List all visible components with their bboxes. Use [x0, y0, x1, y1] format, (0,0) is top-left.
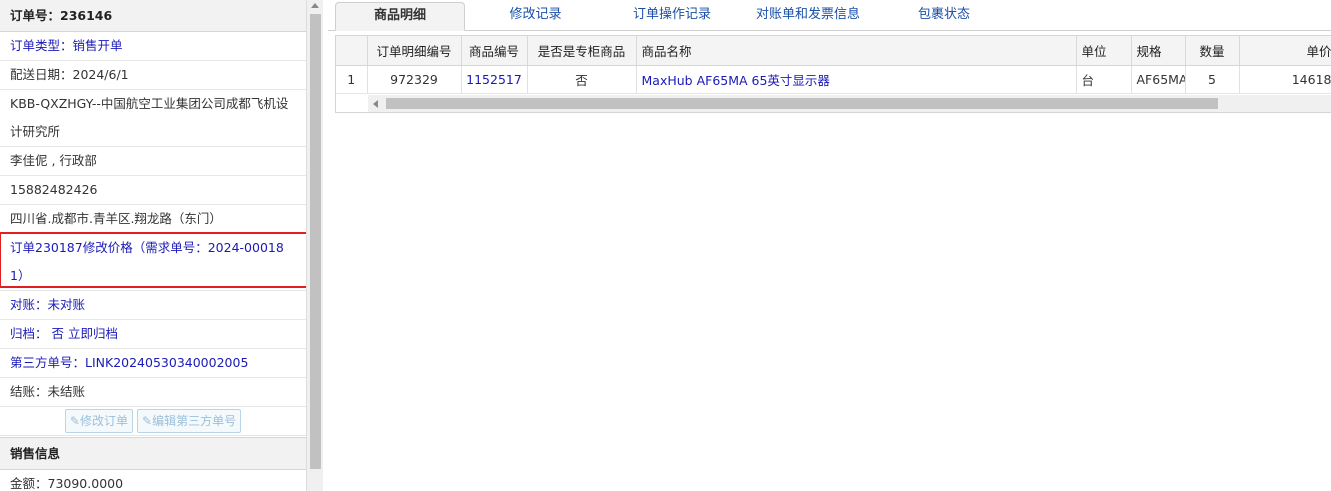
cell-product-no[interactable]: 1152517 — [461, 65, 528, 94]
tab-change-log[interactable]: 修改记录 — [478, 2, 593, 29]
edit-third-party-no-button[interactable]: ✎编辑第三方单号 — [137, 409, 242, 433]
action-buttons: ✎修改订单 ✎编辑第三方单号 — [0, 407, 306, 436]
cell-quantity: 5 — [1185, 65, 1240, 94]
price-change-link[interactable]: 订单230187修改价格（需求单号：2024-000181） — [0, 232, 306, 291]
cell-counter-product: 否 — [527, 65, 637, 94]
table-row[interactable]: 1 972329 1152517 否 MaxHub AF65MA 65英寸显示器… — [336, 65, 1331, 94]
cell-unit: 台 — [1076, 65, 1132, 94]
col-header-product-name[interactable]: 商品名称 — [636, 36, 1077, 66]
col-header-product-no[interactable]: 商品编号 — [461, 36, 528, 66]
delivery-date: 配送日期：2024/6/1 — [0, 61, 306, 90]
col-header-detail-id[interactable]: 订单明细编号 — [367, 36, 462, 66]
scrollbar-thumb[interactable] — [386, 98, 1218, 109]
tab-bar: 商品明细 修改记录 订单操作记录 对账单和发票信息 包裹状态 — [328, 0, 1331, 31]
chevron-up-icon[interactable] — [311, 3, 319, 8]
third-party-order-no[interactable]: 第三方单号：LINK20240530340002005 — [0, 349, 306, 378]
col-header-unit-price[interactable]: 单价 — [1239, 36, 1331, 66]
sales-info-header: 销售信息 — [0, 437, 306, 470]
delivery-address: 四川省.成都市.青羊区.翔龙路（东门） — [0, 205, 306, 234]
col-header-unit[interactable]: 单位 — [1076, 36, 1132, 66]
price-change-text[interactable]: 订单230187修改价格（需求单号：2024-000181） — [10, 240, 284, 283]
customer-org: KBB-QXZHGY--中国航空工业集团公司成都飞机设计研究所 — [0, 90, 306, 147]
grid-horizontal-scrollbar[interactable] — [368, 95, 1331, 112]
contact-person: 李佳伲 , 行政部 — [0, 147, 306, 176]
table-header-row: 订单明细编号 商品编号 是否是专柜商品 商品名称 单位 规格 数量 单价 — [336, 36, 1331, 66]
tab-product-detail[interactable]: 商品明细 — [335, 2, 465, 31]
order-type[interactable]: 订单类型：销售开单 — [0, 32, 306, 61]
product-grid: 订单明细编号 商品编号 是否是专柜商品 商品名称 单位 规格 数量 单价 1 9… — [335, 35, 1331, 113]
cell-product-name[interactable]: MaxHub AF65MA 65英寸显示器 — [636, 65, 1077, 94]
edit-order-button[interactable]: ✎修改订单 — [64, 409, 133, 433]
archive-status[interactable]: 归档： 否 立即归档 — [0, 320, 306, 349]
order-number-header: 订单号：236146 — [0, 0, 306, 32]
edit-icon: ✎ — [142, 414, 153, 428]
cell-index: 1 — [336, 65, 368, 94]
tab-reconcile-invoice[interactable]: 对账单和发票信息 — [738, 2, 878, 29]
col-header-counter-product[interactable]: 是否是专柜商品 — [527, 36, 637, 66]
contact-phone: 15882482426 — [0, 176, 306, 205]
detail-panel: 商品明细 修改记录 订单操作记录 对账单和发票信息 包裹状态 订单明细编号 商品… — [328, 0, 1331, 491]
col-header-spec[interactable]: 规格 — [1131, 36, 1186, 66]
order-info-panel: 订单号：236146 订单类型：销售开单 配送日期：2024/6/1 KBB-Q… — [0, 0, 307, 491]
tab-package-status[interactable]: 包裹状态 — [894, 2, 994, 29]
col-header-quantity[interactable]: 数量 — [1185, 36, 1240, 66]
tab-operation-log[interactable]: 订单操作记录 — [610, 2, 734, 29]
col-header-index — [336, 36, 368, 66]
settlement-status: 结账：未结账 — [0, 378, 306, 407]
cell-unit-price: 14618 — [1239, 65, 1331, 94]
chevron-left-icon[interactable] — [373, 100, 378, 108]
edit-icon: ✎ — [69, 414, 80, 428]
product-table: 订单明细编号 商品编号 是否是专柜商品 商品名称 单位 规格 数量 单价 1 9… — [336, 36, 1331, 94]
reconcile-status[interactable]: 对账：未对账 — [0, 291, 306, 320]
scrollbar-thumb[interactable] — [310, 14, 321, 469]
amount: 金额：73090.0000 — [0, 470, 306, 491]
left-panel-scrollbar[interactable] — [306, 0, 323, 491]
cell-spec: AF65MA — [1131, 65, 1186, 94]
cell-detail-id: 972329 — [367, 65, 462, 94]
